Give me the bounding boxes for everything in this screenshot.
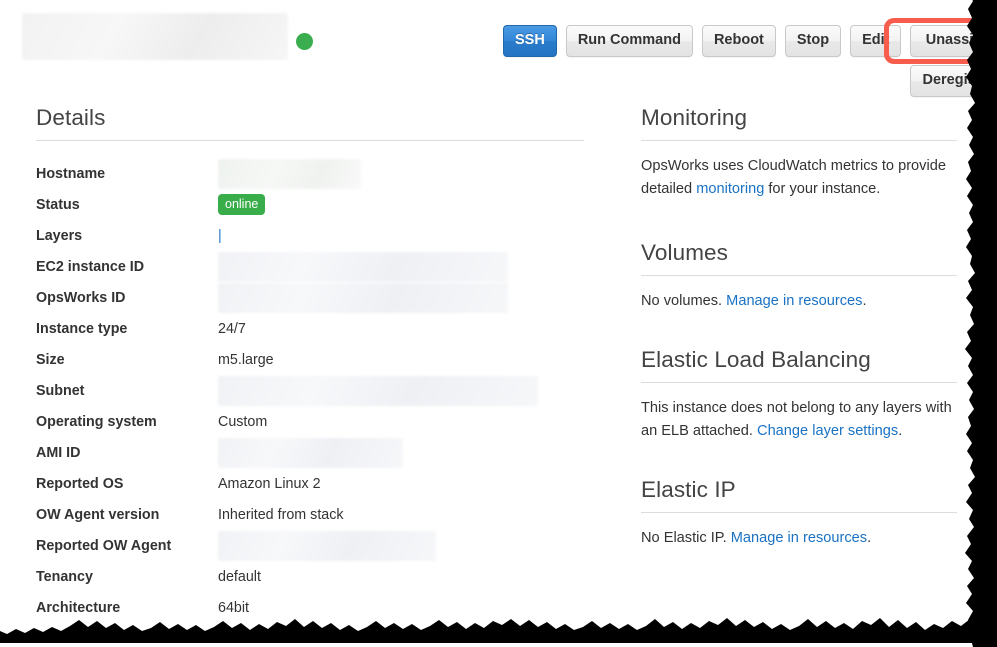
row-key: Status	[36, 196, 80, 213]
stop-button[interactable]: Stop	[784, 25, 842, 57]
redacted-value	[218, 530, 436, 561]
row-key: Reported OS	[36, 475, 124, 492]
volumes-text: No volumes. Manage in resources.	[641, 290, 957, 313]
run-command-button[interactable]: Run Command	[565, 25, 693, 57]
unassign-deregister-stack: Unassign Deregister	[910, 25, 997, 97]
layers-link[interactable]: |	[218, 228, 222, 244]
row-key: Subnet	[36, 382, 85, 399]
volumes-heading: Volumes	[641, 240, 728, 265]
volumes-text-after: .	[862, 293, 867, 309]
details-panel: Details Hostname Status online Layers | …	[36, 105, 584, 623]
redacted-value	[218, 375, 538, 406]
deregister-button[interactable]: Deregister	[910, 65, 997, 97]
monitoring-divider	[641, 140, 957, 141]
row-key: Reported OW Agent	[36, 537, 172, 554]
elastic-ip-manage-link[interactable]: Manage in resources	[731, 530, 867, 546]
volumes-manage-link[interactable]: Manage in resources	[726, 293, 862, 309]
row-key: Operating system	[36, 413, 157, 430]
ssh-button[interactable]: SSH	[503, 25, 557, 57]
row-key: Tenancy	[36, 568, 93, 585]
table-row: Reported OS Amazon Linux 2	[36, 468, 584, 499]
table-row: EC2 instance ID	[36, 251, 584, 282]
elastic-ip-heading: Elastic IP	[641, 477, 736, 502]
reboot-button[interactable]: Reboot	[701, 25, 776, 57]
row-key: Instance type	[36, 320, 128, 337]
status-badge: online	[218, 194, 266, 215]
table-row: Hostname	[36, 158, 584, 189]
instance-name-redacted	[22, 13, 288, 60]
change-layer-settings-link[interactable]: Change layer settings	[757, 423, 898, 439]
row-value: 64bit	[218, 599, 250, 616]
row-value: |	[218, 220, 584, 251]
table-row: Reported OW Agent	[36, 530, 584, 561]
side-panel: Monitoring OpsWorks uses CloudWatch metr…	[641, 105, 957, 550]
table-row: Size m5.large	[36, 344, 584, 375]
table-row: OpsWorks ID	[36, 282, 584, 313]
row-key: AMI ID	[36, 444, 81, 461]
redacted-value	[218, 251, 508, 282]
row-value: Inherited from stack	[218, 506, 344, 523]
row-value	[218, 158, 584, 189]
row-value: default	[218, 568, 261, 585]
elb-text-after: .	[898, 423, 903, 439]
redacted-value	[218, 437, 403, 468]
status-dot-icon	[296, 33, 313, 50]
row-key: EC2 instance ID	[36, 258, 145, 275]
row-key: OW Agent version	[36, 506, 160, 523]
row-value	[218, 375, 584, 406]
table-row: Status online	[36, 189, 584, 220]
row-key: Hostname	[36, 165, 106, 182]
row-value: m5.large	[218, 351, 274, 368]
row-value: 24/7	[218, 320, 246, 337]
table-row: OW Agent version Inherited from stack	[36, 499, 584, 530]
row-value	[218, 251, 584, 282]
row-value: Amazon Linux 2	[218, 475, 321, 492]
table-row: Subnet	[36, 375, 584, 406]
row-key: Size	[36, 351, 65, 368]
table-row: Instance type 24/7	[36, 313, 584, 344]
row-key: Architecture	[36, 599, 121, 616]
details-divider	[36, 140, 584, 141]
row-value	[218, 530, 584, 561]
elb-heading: Elastic Load Balancing	[641, 347, 871, 372]
volumes-text-before: No volumes.	[641, 293, 727, 309]
row-value	[218, 282, 584, 313]
monitoring-heading: Monitoring	[641, 105, 748, 130]
elastic-ip-text: No Elastic IP. Manage in resources.	[641, 527, 957, 550]
unassign-button[interactable]: Unassign	[910, 25, 997, 57]
row-key: Layers	[36, 227, 83, 244]
elb-divider	[641, 382, 957, 383]
table-row: Operating system Custom	[36, 406, 584, 437]
row-value: online	[218, 189, 584, 220]
action-button-row: SSH Run Command Reboot Stop Edit Unassig…	[503, 25, 997, 97]
header-toolbar: SSH Run Command Reboot Stop Edit Unassig…	[0, 0, 997, 97]
elastic-ip-divider	[641, 512, 957, 513]
page-root: SSH Run Command Reboot Stop Edit Unassig…	[0, 0, 997, 647]
elastic-ip-text-after: .	[867, 530, 872, 546]
edit-button[interactable]: Edit	[850, 25, 902, 57]
row-value: Custom	[218, 413, 268, 430]
monitoring-text-after: for your instance.	[764, 181, 881, 197]
elb-text: This instance does not belong to any lay…	[641, 397, 957, 443]
redacted-value	[218, 282, 508, 313]
row-value	[218, 437, 584, 468]
volumes-divider	[641, 275, 957, 276]
monitoring-text: OpsWorks uses CloudWatch metrics to prov…	[641, 155, 957, 201]
row-key: OpsWorks ID	[36, 289, 126, 306]
elastic-ip-text-before: No Elastic IP.	[641, 530, 731, 546]
redacted-value	[218, 158, 361, 189]
details-heading: Details	[36, 105, 106, 130]
monitoring-link[interactable]: monitoring	[696, 181, 764, 197]
table-row: Architecture 64bit	[36, 592, 584, 623]
table-row: Tenancy default	[36, 561, 584, 592]
table-row: Layers |	[36, 220, 584, 251]
table-row: AMI ID	[36, 437, 584, 468]
